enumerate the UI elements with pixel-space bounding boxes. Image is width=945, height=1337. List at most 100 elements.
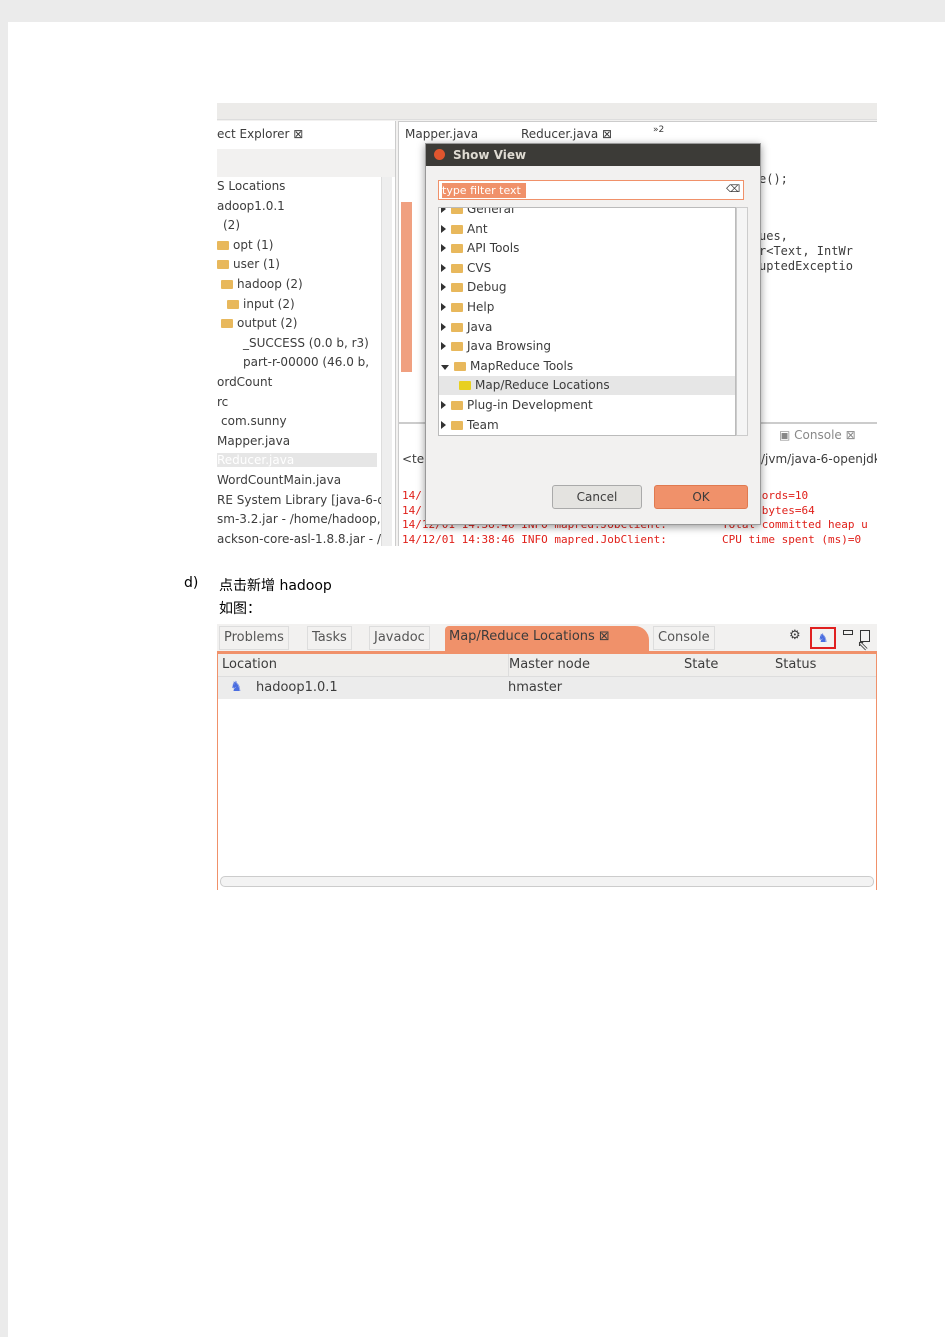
view-tree-item[interactable]: Help — [441, 298, 494, 317]
collapsed-arrow-icon[interactable] — [441, 420, 446, 429]
explorer-item[interactable]: Mapper.java — [217, 434, 290, 448]
code-line: uptedExceptio — [759, 259, 853, 273]
location-name: hadoop1.0.1 — [256, 680, 338, 695]
folder-icon — [451, 420, 463, 430]
col-state[interactable]: State — [684, 654, 718, 676]
tab-console[interactable]: Console — [653, 626, 715, 650]
change-ruler — [401, 202, 412, 372]
tab-mapper-java[interactable]: Mapper.java — [405, 123, 478, 145]
toolbar — [217, 103, 877, 120]
explorer-item[interactable]: S Locations — [217, 179, 285, 193]
view-tree-item[interactable]: Plug-in Development — [441, 396, 593, 415]
tab-problems[interactable]: Problems — [219, 626, 289, 650]
folder-icon — [217, 260, 229, 270]
explorer-item[interactable]: ordCount — [217, 375, 272, 389]
collapsed-arrow-icon[interactable] — [441, 342, 446, 351]
collapsed-arrow-icon[interactable] — [441, 322, 446, 331]
explorer-item[interactable]: WordCountMain.java — [217, 473, 341, 487]
explorer-item[interactable]: (2) — [223, 218, 240, 232]
eclipse-show-view-screenshot: ect Explorer ⊠ S Locations adoop1.0.1 (2) o… — [217, 103, 877, 546]
col-location[interactable]: Location — [222, 654, 277, 676]
collapsed-arrow-icon[interactable] — [441, 401, 446, 409]
console-path: /jvm/java-6-openjdk — [761, 452, 877, 466]
view-tree-item[interactable]: Ant — [441, 220, 488, 239]
elephant-agent-icon[interactable]: ⚙ — [789, 628, 801, 643]
horizontal-scrollbar[interactable] — [220, 876, 874, 887]
code-line: e(); — [759, 172, 788, 186]
view-tree-item[interactable]: Java Browsing — [441, 337, 551, 356]
folder-icon — [451, 283, 463, 293]
folder-icon — [217, 240, 229, 250]
view-tree-item[interactable]: API Tools — [441, 239, 519, 258]
table-row[interactable]: ♞ hadoop1.0.1 hmaster — [218, 677, 876, 699]
map-reduce-icon — [459, 381, 471, 391]
collapsed-arrow-icon[interactable] — [441, 263, 446, 272]
close-tab-icon[interactable]: ⊠ — [595, 629, 610, 644]
new-hadoop-location-button[interactable]: ♞ — [810, 627, 836, 649]
explorer-item[interactable]: sm-3.2.jar - /home/hadoop, — [217, 512, 381, 526]
collapsed-arrow-icon[interactable] — [441, 208, 446, 213]
view-tree-item[interactable]: Team — [441, 416, 499, 435]
view-tree-item[interactable]: Java — [441, 318, 492, 337]
tab-map-reduce-locations[interactable]: Map/Reduce Locations ⊠ — [445, 626, 649, 651]
console-line: 14/ — [402, 489, 422, 502]
explorer-item[interactable]: rc — [217, 395, 228, 409]
explorer-item[interactable]: input (2) — [227, 297, 295, 311]
explorer-item[interactable]: ackson-core-asl-1.8.8.jar - /h — [217, 532, 389, 546]
explorer-item[interactable]: output (2) — [221, 316, 297, 330]
locations-table: Location Master node State Status ♞ hado… — [217, 651, 877, 890]
folder-icon — [451, 224, 463, 234]
dialog-titlebar: Show View — [426, 144, 760, 166]
expanded-arrow-icon[interactable] — [441, 364, 449, 370]
explorer-item[interactable]: com.sunny — [221, 414, 287, 428]
folder-icon — [454, 361, 466, 371]
filter-selection: type filter text — [442, 183, 526, 198]
folder-icon — [451, 322, 463, 332]
view-tree-item[interactable]: MapReduce Tools — [441, 357, 573, 376]
collapsed-arrow-icon[interactable] — [441, 283, 446, 292]
ok-button[interactable]: OK — [654, 485, 748, 509]
explorer-item[interactable]: RE System Library [java-6-o — [217, 493, 385, 507]
project-explorer-tab[interactable]: ect Explorer ⊠ — [217, 123, 303, 145]
folder-icon — [451, 263, 463, 273]
explorer-item[interactable]: adoop1.0.1 — [217, 199, 285, 213]
view-tree-item[interactable]: General — [441, 208, 514, 219]
view-tree-item[interactable]: Map/Reduce Locations — [439, 376, 735, 396]
col-status[interactable]: Status — [775, 654, 816, 676]
minimize-icon[interactable] — [843, 630, 853, 635]
cancel-button[interactable]: Cancel — [552, 485, 642, 509]
console-line: CPU time spent (ms)=0 — [722, 532, 862, 546]
tab-javadoc[interactable]: Javadoc — [369, 626, 430, 650]
tab-reducer-java[interactable]: Reducer.java ⊠ — [521, 123, 612, 145]
show-view-dialog: Show View type filter text ⌫ GeneralAntA… — [425, 143, 761, 525]
folder-icon — [227, 299, 239, 309]
hadoop-elephant-icon: ♞ — [230, 679, 243, 695]
view-tree-item[interactable]: Debug — [441, 278, 506, 297]
close-icon[interactable] — [434, 149, 445, 160]
explorer-item[interactable]: hadoop (2) — [221, 277, 303, 291]
map-reduce-locations-screenshot: Problems Tasks Javadoc Map/Reduce Locations… — [217, 624, 877, 890]
col-master-node[interactable]: Master node — [508, 654, 590, 676]
collapsed-arrow-icon[interactable] — [441, 244, 446, 253]
explorer-item[interactable]: opt (1) — [217, 238, 273, 252]
explorer-scrollbar[interactable] — [381, 177, 392, 546]
collapsed-arrow-icon[interactable] — [441, 224, 446, 233]
view-tree: General Ant API Tools CVS Debug Help Java Java … — [438, 207, 736, 436]
folder-icon — [451, 401, 463, 410]
tab-console[interactable]: ▣ Console ⊠ — [779, 424, 856, 446]
explorer-item[interactable]: _SUCCESS (0.0 b, r3) — [243, 336, 369, 350]
explorer-item[interactable]: part-r-00000 (46.0 b, — [243, 355, 369, 369]
view-tree-scrollbar[interactable] — [736, 207, 748, 436]
explorer-item[interactable]: user (1) — [217, 257, 280, 271]
clear-filter-icon[interactable]: ⌫ — [726, 184, 740, 195]
folder-icon — [451, 244, 463, 254]
explorer-item[interactable]: Reducer.java — [217, 453, 377, 468]
code-line: ues, — [759, 229, 788, 243]
console-line: 14/ — [402, 503, 422, 517]
project-explorer: ect Explorer ⊠ S Locations adoop1.0.1 (2) o… — [217, 121, 396, 546]
tab-overflow[interactable]: »2 — [653, 119, 664, 141]
collapsed-arrow-icon[interactable] — [441, 303, 446, 311]
master-node: hmaster — [508, 680, 563, 695]
view-tree-item[interactable]: CVS — [441, 259, 491, 278]
tab-tasks[interactable]: Tasks — [307, 626, 352, 650]
